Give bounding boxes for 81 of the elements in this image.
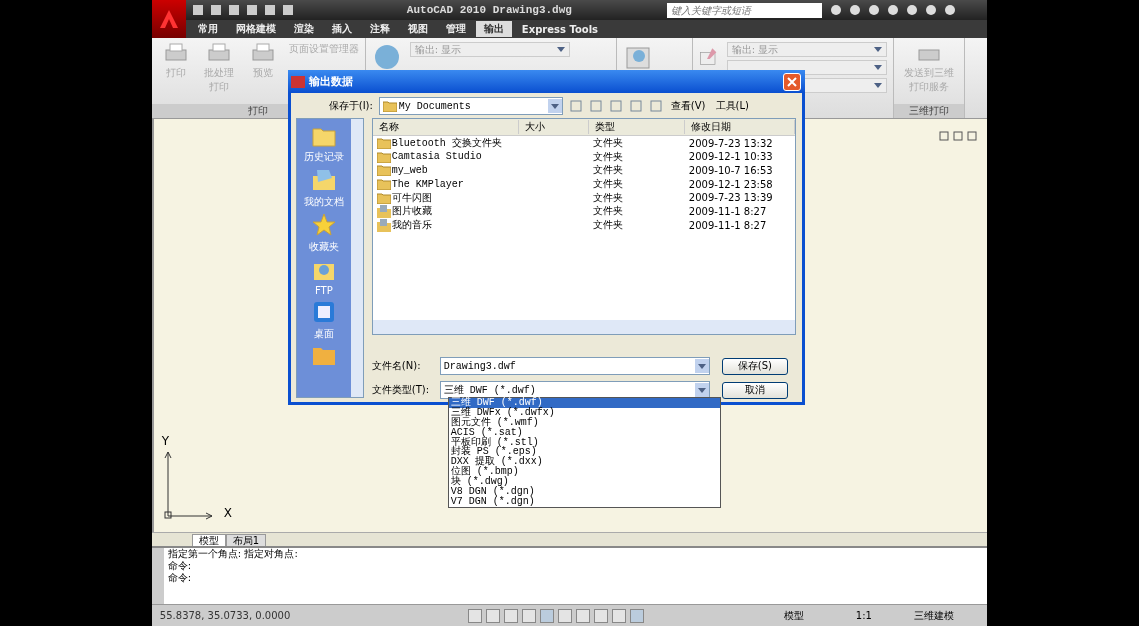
panel-label: 三维打印 xyxy=(893,104,964,118)
file-type: 文件夹 xyxy=(592,163,624,178)
command-line: 命令: xyxy=(167,572,193,584)
filetype-option[interactable]: V8 DGN (*.dgn) xyxy=(448,487,720,497)
view-menu[interactable]: 查看(V) xyxy=(668,99,708,113)
window-title: AutoCAD 2010 Drawing3.dwg xyxy=(406,4,573,16)
file-name[interactable]: Camtasia Studio xyxy=(376,150,593,163)
special-folder-icon xyxy=(376,204,391,218)
column-header[interactable]: 修改日期 xyxy=(684,120,795,134)
command-line: 命令: xyxy=(167,560,193,572)
annotation-scale-button[interactable]: 1:1 xyxy=(853,610,874,621)
modified-date: 2009-11-1 8:27 xyxy=(688,219,768,231)
modified-date: 2009-12-1 23:58 xyxy=(688,178,774,190)
dropdown-arrow-icon xyxy=(697,363,706,369)
dropdown-arrow-icon xyxy=(873,47,882,52)
workspace-button[interactable]: 三维建模 xyxy=(911,608,956,623)
column-header[interactable]: 大小 xyxy=(518,120,589,134)
app-icon xyxy=(290,75,305,88)
ribbon-tab[interactable]: 网格建模 xyxy=(227,21,284,37)
ribbon-tab[interactable]: 管理 xyxy=(437,21,474,37)
dropdown-value: My Documents xyxy=(398,100,472,112)
model-button[interactable]: 模型 xyxy=(781,608,806,623)
dropdown-arrow-icon xyxy=(556,47,565,52)
tools-menu[interactable]: 工具(L) xyxy=(713,99,751,113)
ribbon-tab[interactable]: 注释 xyxy=(361,21,398,37)
ribbon-tab[interactable]: 输出 xyxy=(475,21,512,37)
field-label: 文件名(N): xyxy=(371,359,422,373)
filetype-option[interactable]: 三维 DWF (*.dwf) xyxy=(448,398,720,408)
envelope-folder-icon xyxy=(311,168,336,192)
save-in-dropdown[interactable]: My Documents xyxy=(378,97,563,115)
modified-date: 2009-10-7 16:53 xyxy=(688,164,774,176)
coordinates: 55.8378, 35.0733, 0.0000 xyxy=(158,610,292,621)
file-name[interactable]: Bluetooth 交换文件夹 xyxy=(376,136,593,150)
search-field[interactable]: 键入关键字或短语 xyxy=(666,2,822,18)
dropdown-arrow-icon xyxy=(873,65,882,70)
command-line: 指定第一个角点: 指定对角点: xyxy=(167,548,299,560)
file-name[interactable]: 我的音乐 xyxy=(376,218,593,233)
close-button[interactable] xyxy=(782,72,801,91)
dialog-title: 输出数据 xyxy=(308,74,353,89)
field-label: 文件类型(T): xyxy=(371,383,431,397)
file-type: 文件夹 xyxy=(592,218,624,233)
layout-tab[interactable]: 模型 xyxy=(191,534,226,546)
special-folder-icon xyxy=(376,218,391,232)
modified-date: 2009-7-23 13:32 xyxy=(688,137,774,149)
ribbon-tab[interactable]: Express Tools xyxy=(513,22,606,36)
axis-label: X xyxy=(223,506,233,520)
filetype-option[interactable]: 块 (*.dwg) xyxy=(448,477,720,487)
dropdown-arrow-icon xyxy=(873,83,882,88)
file-type: 文件夹 xyxy=(592,149,624,164)
ribbon-tab[interactable]: 插入 xyxy=(323,21,360,37)
cancel-button[interactable]: 取消 xyxy=(721,381,788,399)
axis-label: Y xyxy=(161,434,170,448)
filetype-option[interactable]: 三维 DWFx (*.dwfx) xyxy=(448,407,720,418)
file-name[interactable]: The KMPlayer xyxy=(376,178,593,191)
save-button[interactable]: 保存(S) xyxy=(721,357,788,375)
ribbon-tab[interactable]: 视图 xyxy=(399,21,436,37)
scrollbar[interactable] xyxy=(350,119,363,397)
layout-tab[interactable]: 布局1 xyxy=(225,534,267,546)
filetype-option[interactable]: 图元文件 (*.wmf) xyxy=(448,417,720,428)
modified-date: 2009-7-23 13:39 xyxy=(688,192,774,204)
app-logo[interactable] xyxy=(151,0,186,38)
filename-field[interactable]: Drawing3.dwf xyxy=(439,357,710,375)
file-name[interactable]: my_web xyxy=(376,164,593,177)
file-type: 文件夹 xyxy=(592,177,624,192)
modified-date: 2009-11-1 8:27 xyxy=(688,205,768,217)
ribbon-tab[interactable]: 渲染 xyxy=(285,21,322,37)
scrollbar[interactable] xyxy=(372,320,795,334)
dropdown-arrow-icon xyxy=(550,103,559,109)
file-type: 文件夹 xyxy=(592,190,624,205)
column-header[interactable]: 类型 xyxy=(588,120,685,134)
file-type: 文件夹 xyxy=(592,136,624,150)
dropdown-arrow-icon xyxy=(697,387,706,393)
desktop-icon xyxy=(311,300,336,324)
ribbon-tab[interactable]: 常用 xyxy=(189,21,226,37)
file-name[interactable]: 可牛闪图 xyxy=(376,190,593,205)
column-header[interactable]: 名称 xyxy=(372,120,519,134)
filetype-option[interactable]: V7 DGN (*.dgn) xyxy=(448,496,720,507)
filetype-option[interactable]: ACIS (*.sat) xyxy=(448,427,720,438)
file-name[interactable]: 图片收藏 xyxy=(376,204,593,219)
file-type: 文件夹 xyxy=(592,204,624,219)
modified-date: 2009-12-1 10:33 xyxy=(688,151,774,163)
